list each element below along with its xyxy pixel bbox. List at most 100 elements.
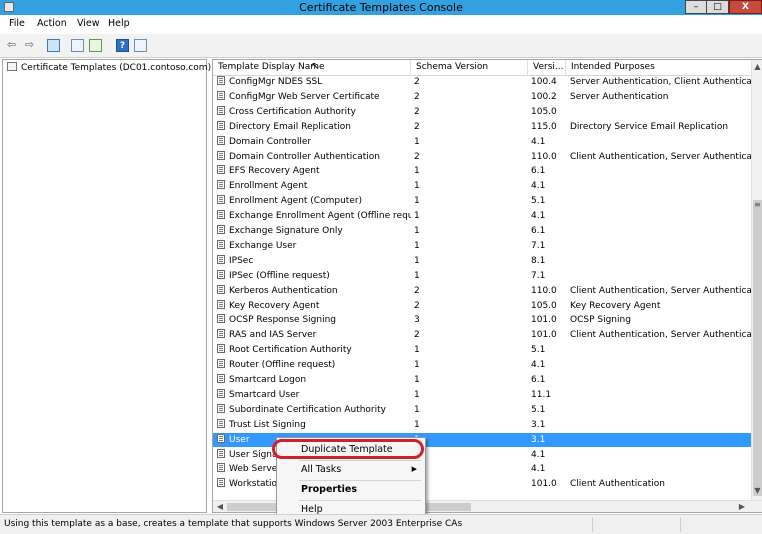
schema-version-cell: 1 xyxy=(414,433,524,448)
template-icon xyxy=(217,463,225,473)
close-button[interactable]: X xyxy=(729,0,762,14)
intended-purposes-cell: Key Recovery Agent xyxy=(570,300,661,311)
menu-help[interactable]: Help xyxy=(108,18,130,29)
table-row[interactable]: IPSec (Offline request) 1 7.1 xyxy=(213,269,751,284)
status-divider xyxy=(680,517,681,532)
table-row[interactable]: Domain Controller Authentication 2 110.0 Cl… xyxy=(213,150,751,165)
scroll-up-icon[interactable]: ▲ xyxy=(752,62,762,72)
version-cell: 4.1 xyxy=(531,360,546,371)
version-cell: 101.0 xyxy=(531,330,557,341)
table-row[interactable]: Cross Certification Authority 2 105.0 xyxy=(213,105,751,120)
intended-purposes-cell: Client Authentication xyxy=(570,479,665,490)
column-header-purposes[interactable]: Intended Purposes xyxy=(566,60,751,75)
schema-version-cell: 1 xyxy=(414,375,420,385)
table-row[interactable]: Trust List Signing 1 3.1 xyxy=(213,418,751,433)
console-list-icon[interactable] xyxy=(71,39,84,52)
template-name-text: Cross Certification Authority xyxy=(229,106,356,117)
maximize-button[interactable]: □ xyxy=(707,0,729,14)
version-cell: 6.1 xyxy=(531,166,546,177)
template-name-text: Kerberos Authentication xyxy=(229,285,338,296)
schema-version-cell: 1 xyxy=(414,226,420,236)
table-row[interactable]: Subordinate Certification Authority 1 5.1 xyxy=(213,403,751,418)
template-icon xyxy=(217,359,225,369)
back-arrow-icon[interactable]: ⇦ xyxy=(5,39,18,52)
template-name-cell: Directory Email Replication xyxy=(217,120,411,135)
template-name-cell: Cross Certification Authority xyxy=(217,105,411,120)
template-name-text: Domain Controller xyxy=(229,136,312,147)
table-row[interactable]: ConfigMgr NDES SSL 2 100.4 Server Authentic… xyxy=(213,75,751,90)
template-icon xyxy=(217,210,225,220)
template-name-text: Router (Offline request) xyxy=(229,360,336,371)
table-row[interactable]: Smartcard User 1 11.1 xyxy=(213,388,751,403)
template-name-text: EFS Recovery Agent xyxy=(229,166,320,177)
schema-version-cell: 1 xyxy=(414,196,420,207)
version-cell: 4.1 xyxy=(531,211,546,222)
table-row[interactable]: Root Certification Authority 1 5.1 xyxy=(213,343,751,358)
template-name-cell: ConfigMgr Web Server Certificate xyxy=(217,90,411,105)
template-name-text: Key Recovery Agent xyxy=(229,300,320,311)
template-name-text: IPSec xyxy=(229,255,254,266)
menu-file[interactable]: File xyxy=(9,18,25,29)
template-icon xyxy=(217,388,225,398)
table-row[interactable]: RAS and IAS Server 2 101.0 Client Authentic… xyxy=(213,328,751,343)
template-icon xyxy=(217,284,225,294)
table-row[interactable]: Domain Controller 1 4.1 xyxy=(213,135,751,150)
table-row[interactable]: Exchange Enrollment Agent (Offline requ.… xyxy=(213,209,751,224)
intended-purposes-cell xyxy=(570,462,751,477)
table-row[interactable]: ConfigMgr Web Server Certificate 2 100.2 Se… xyxy=(213,90,751,105)
vertical-scrollbar[interactable]: ▲ ≡ ▼ xyxy=(751,60,762,500)
scroll-right-icon[interactable]: ▶ xyxy=(737,501,747,512)
schema-version-cell: 1 xyxy=(414,255,420,266)
properties-view-icon[interactable] xyxy=(134,39,147,52)
table-row[interactable]: Exchange User 1 7.1 xyxy=(213,239,751,254)
tree-item-label: Certificate Templates (DC01.contoso.com) xyxy=(21,63,212,73)
tree-item-certificate-templates[interactable]: Certificate Templates (DC01.contoso.com) xyxy=(7,62,211,75)
export-list-icon[interactable] xyxy=(89,39,102,52)
menu-view[interactable]: View xyxy=(77,18,100,29)
schema-version-cell: 2 xyxy=(414,477,524,492)
table-row[interactable]: Smartcard Logon 1 6.1 xyxy=(213,373,751,388)
column-header-version[interactable]: Versi... xyxy=(528,60,566,75)
table-row[interactable]: Router (Offline request) 1 4.1 xyxy=(213,358,751,373)
version-cell: 110.0 xyxy=(531,151,557,162)
template-name-cell: Exchange Signature Only xyxy=(217,224,411,239)
version-cell: 6.1 xyxy=(531,375,546,385)
template-icon xyxy=(217,105,225,115)
intended-purposes-cell xyxy=(570,343,751,358)
table-row[interactable]: Enrollment Agent (Computer) 1 5.1 xyxy=(213,194,751,209)
template-name-cell: ConfigMgr NDES SSL xyxy=(217,75,411,90)
table-row[interactable]: Exchange Signature Only 1 6.1 xyxy=(213,224,751,239)
column-header-schema[interactable]: Schema Version xyxy=(411,60,528,75)
version-cell: 11.1 xyxy=(531,389,552,400)
template-icon xyxy=(217,329,225,339)
template-name-text: Exchange User xyxy=(229,240,297,251)
scroll-left-icon[interactable]: ◀ xyxy=(215,501,225,512)
menu-item-label: All Tasks xyxy=(301,464,342,475)
intended-purposes-cell xyxy=(570,254,751,269)
intended-purposes-cell xyxy=(570,269,751,284)
table-row[interactable]: Enrollment Agent 1 4.1 xyxy=(213,179,751,194)
table-row[interactable]: EFS Recovery Agent 1 6.1 xyxy=(213,164,751,179)
table-row[interactable]: OCSP Response Signing 3 101.0 OCSP Signing xyxy=(213,313,751,328)
table-row[interactable]: Kerberos Authentication 2 110.0 Client Auth… xyxy=(213,284,751,299)
help-icon[interactable]: ? xyxy=(116,39,129,52)
schema-version-cell: 1 xyxy=(414,419,420,430)
intended-purposes-cell xyxy=(570,179,751,194)
console-tree-pane: Certificate Templates (DC01.contoso.com) xyxy=(2,59,211,513)
template-name-cell: Enrollment Agent (Computer) xyxy=(217,194,411,209)
menu-item-all-tasks[interactable]: All Tasks ▶ xyxy=(277,460,425,479)
window-title: Certificate Templates Console xyxy=(299,1,463,14)
forward-arrow-icon[interactable]: ⇨ xyxy=(23,39,36,52)
scroll-down-icon[interactable]: ▼ xyxy=(752,486,762,496)
menu-action[interactable]: Action xyxy=(37,18,67,29)
minimize-button[interactable]: – xyxy=(685,0,707,14)
table-row[interactable]: Key Recovery Agent 2 105.0 Key Recovery Age… xyxy=(213,299,751,314)
table-row[interactable]: Directory Email Replication 2 115.0 Directo… xyxy=(213,120,751,135)
template-name-cell: Domain Controller Authentication xyxy=(217,150,411,165)
intended-purposes-cell: Client Authentication, Server Authentica… xyxy=(570,285,751,296)
intended-purposes-cell xyxy=(570,388,751,403)
table-row[interactable]: IPSec 1 8.1 xyxy=(213,254,751,269)
vertical-scroll-thumb[interactable] xyxy=(753,200,762,496)
menu-item-properties[interactable]: Properties xyxy=(277,480,425,499)
show-hide-console-tree-icon[interactable] xyxy=(47,39,60,52)
